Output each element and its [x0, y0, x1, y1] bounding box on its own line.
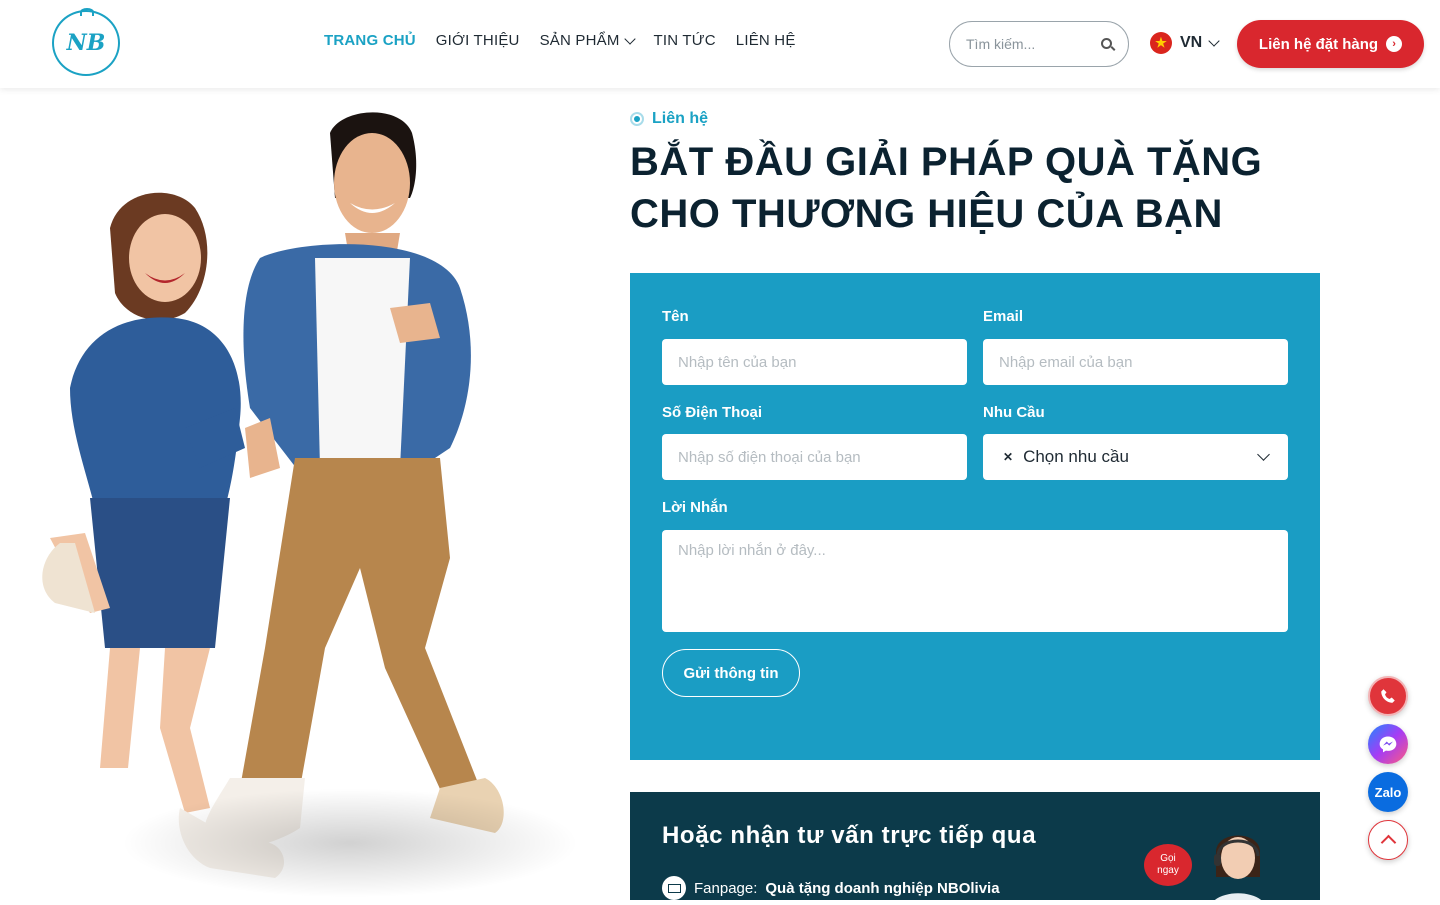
name-field[interactable]	[662, 339, 967, 385]
radio-dot-icon	[630, 112, 644, 126]
need-label: Nhu Cầu	[983, 404, 1045, 421]
search-icon[interactable]	[1101, 38, 1112, 49]
messenger-glyph-icon	[1379, 736, 1397, 753]
nav-item-label: LIÊN HỆ	[735, 32, 796, 49]
phone-icon	[1381, 689, 1395, 703]
gift-bow-icon	[80, 8, 94, 16]
main-nav: TRANG CHỦ GIỚI THIỆU SẢN PHẨM TIN TỨC LI…	[324, 32, 796, 49]
section-tag: Liên hệ	[630, 110, 708, 128]
nav-item-products[interactable]: SẢN PHẨM	[539, 32, 636, 49]
arrow-right-icon: ›	[1386, 36, 1403, 52]
need-select-value: Chọn nhu cầu	[1023, 447, 1129, 466]
nav-item-news[interactable]: TIN TỨC	[654, 32, 716, 49]
nav-item-label: SẢN PHẨM	[539, 32, 620, 49]
order-contact-label: Liên hệ đặt hàng	[1258, 35, 1379, 53]
message-field[interactable]	[662, 530, 1288, 632]
mail-icon	[662, 876, 686, 900]
running-couple-illustration	[42, 112, 504, 878]
page-title-line2: CHO THƯƠNG HIỆU CỦA BẠN	[630, 192, 1223, 236]
nav-item-label: TIN TỨC	[653, 32, 716, 49]
logo-text: NB	[66, 30, 106, 56]
back-to-top-button[interactable]	[1368, 820, 1408, 860]
ground-shadow	[120, 788, 580, 898]
zalo-icon[interactable]: Zalo	[1368, 772, 1408, 812]
support-agent-image	[1214, 835, 1261, 900]
fanpage-row[interactable]: Fanpage: Quà tặng doanh nghiệp NBOlivia	[662, 876, 1000, 900]
chevron-down-icon	[1257, 448, 1270, 461]
phone-label: Số Điện Thoại	[662, 404, 763, 421]
email-field[interactable]	[983, 339, 1288, 385]
email-label: Email	[983, 308, 1024, 325]
submit-button[interactable]: Gửi thông tin	[662, 649, 800, 697]
consult-panel: Hoặc nhận tư vấn trực tiếp qua Fanpage: …	[630, 792, 1320, 900]
message-label: Lời Nhắn	[662, 499, 728, 516]
language-switcher[interactable]: ★ VN	[1150, 32, 1220, 54]
hero-image	[0, 88, 620, 900]
nav-item-label: TRANG CHỦ	[324, 32, 416, 49]
search-input[interactable]	[966, 36, 1084, 52]
page-title-line1: BẮT ĐẦU GIẢI PHÁP QUÀ TẶNG	[630, 140, 1263, 184]
consult-title: Hoặc nhận tư vấn trực tiếp qua	[662, 822, 1037, 849]
nav-item-home[interactable]: TRANG CHỦ	[324, 32, 416, 49]
section-tag-label: Liên hệ	[652, 110, 709, 127]
need-select[interactable]: ✕ Chọn nhu cầu	[983, 434, 1288, 480]
man-figure	[204, 112, 504, 849]
contact-form: Tên Email Số Điện Thoại Nhu Cầu ✕ Chọn n…	[630, 273, 1320, 760]
chevron-down-icon	[623, 32, 636, 45]
order-contact-button[interactable]: Liên hệ đặt hàng ›	[1237, 20, 1424, 68]
search-box	[949, 21, 1129, 67]
call-now-badge[interactable]: Gọi ngay	[1144, 844, 1192, 886]
page-title: BẮT ĐẦU GIẢI PHÁP QUÀ TẶNG CHO THƯƠNG HI…	[630, 136, 1330, 240]
site-header: NB TRANG CHỦ GIỚI THIỆU SẢN PHẨM TIN TỨC…	[0, 0, 1440, 88]
nav-item-contact[interactable]: LIÊN HỆ	[736, 32, 796, 49]
phone-call-icon[interactable]	[1368, 676, 1408, 716]
nav-item-about[interactable]: GIỚI THIỆU	[436, 32, 520, 49]
chevron-down-icon	[1208, 35, 1220, 47]
phone-field[interactable]	[662, 434, 967, 480]
fanpage-label: Fanpage:	[694, 879, 758, 897]
badge-line1: Gọi	[1160, 853, 1176, 864]
badge-line2: ngay	[1157, 865, 1179, 876]
fanpage-value[interactable]: Quà tặng doanh nghiệp NBOlivia	[765, 880, 999, 897]
name-label: Tên	[662, 308, 689, 325]
brand-logo[interactable]: NB	[52, 8, 120, 76]
nav-item-label: GIỚI THIỆU	[435, 32, 520, 49]
chevron-up-icon	[1380, 834, 1396, 851]
vietnam-flag-icon: ★	[1150, 32, 1172, 54]
language-code: VN	[1180, 34, 1203, 51]
messenger-icon[interactable]	[1368, 724, 1408, 764]
zalo-label: Zalo	[1374, 784, 1402, 800]
clear-icon[interactable]: ✕	[1003, 450, 1013, 464]
